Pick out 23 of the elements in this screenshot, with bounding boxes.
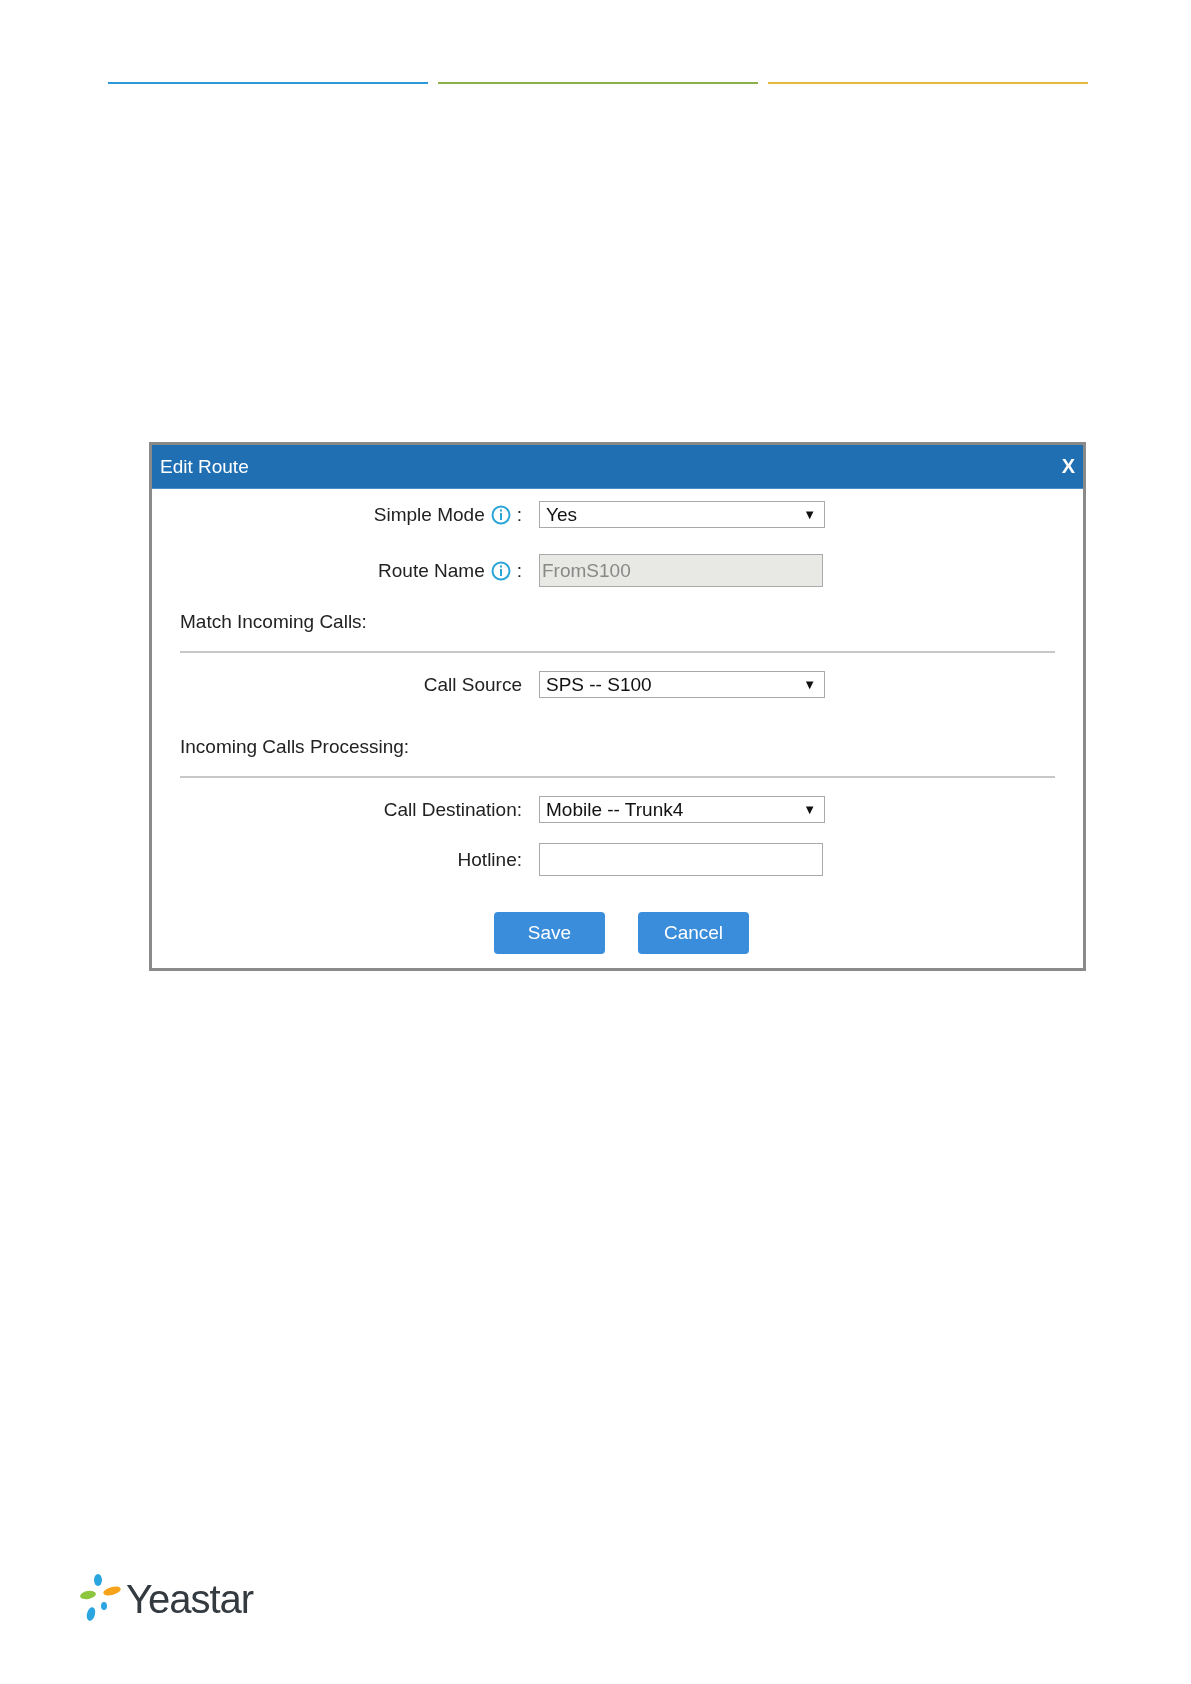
logo-icon — [80, 1574, 122, 1624]
close-button[interactable]: X — [1061, 455, 1075, 478]
caret-icon: ▼ — [803, 802, 816, 817]
cancel-button[interactable]: Cancel — [638, 912, 749, 954]
dropdown[interactable]: Yes ▼ — [539, 501, 825, 528]
text-field[interactable] — [539, 843, 823, 876]
dialog-title: Edit Route — [160, 455, 249, 478]
field-label: Call Destination: — [383, 798, 522, 821]
dropdown[interactable]: SPS -- S100 ▼ — [539, 671, 825, 698]
section-heading: Match Incoming Calls: — [180, 611, 367, 632]
colon: : — [516, 503, 522, 526]
field-label: Route Name — [378, 559, 485, 582]
colon: : — [516, 559, 522, 582]
field-label: Call Source — [423, 673, 522, 696]
caret-icon: ▼ — [803, 677, 816, 692]
caret-icon: ▼ — [803, 507, 816, 522]
logo-text: Yeastar — [126, 1576, 254, 1622]
info-icon[interactable] — [490, 504, 511, 525]
save-button[interactable]: Save — [494, 912, 605, 954]
section-heading: Incoming Calls Processing: — [180, 736, 410, 757]
field-label: Hotline: — [457, 848, 522, 871]
field-label: Simple Mode — [373, 503, 485, 526]
dropdown[interactable]: Mobile -- Trunk4 ▼ — [539, 796, 825, 823]
